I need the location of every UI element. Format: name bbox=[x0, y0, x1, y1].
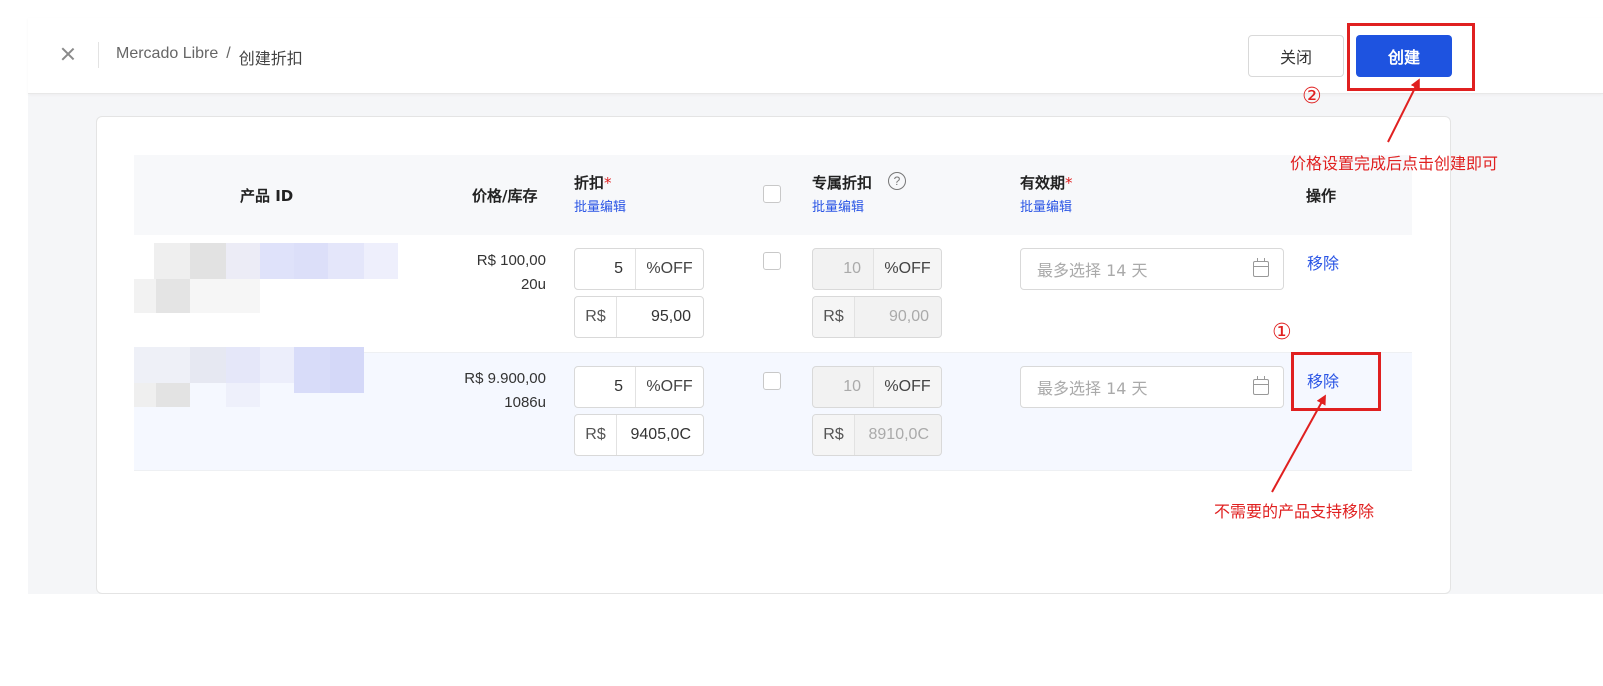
arrow-to-remove bbox=[1271, 394, 1326, 493]
arrow-to-create bbox=[1387, 78, 1420, 143]
annotation-arrows bbox=[1271, 78, 1420, 493]
